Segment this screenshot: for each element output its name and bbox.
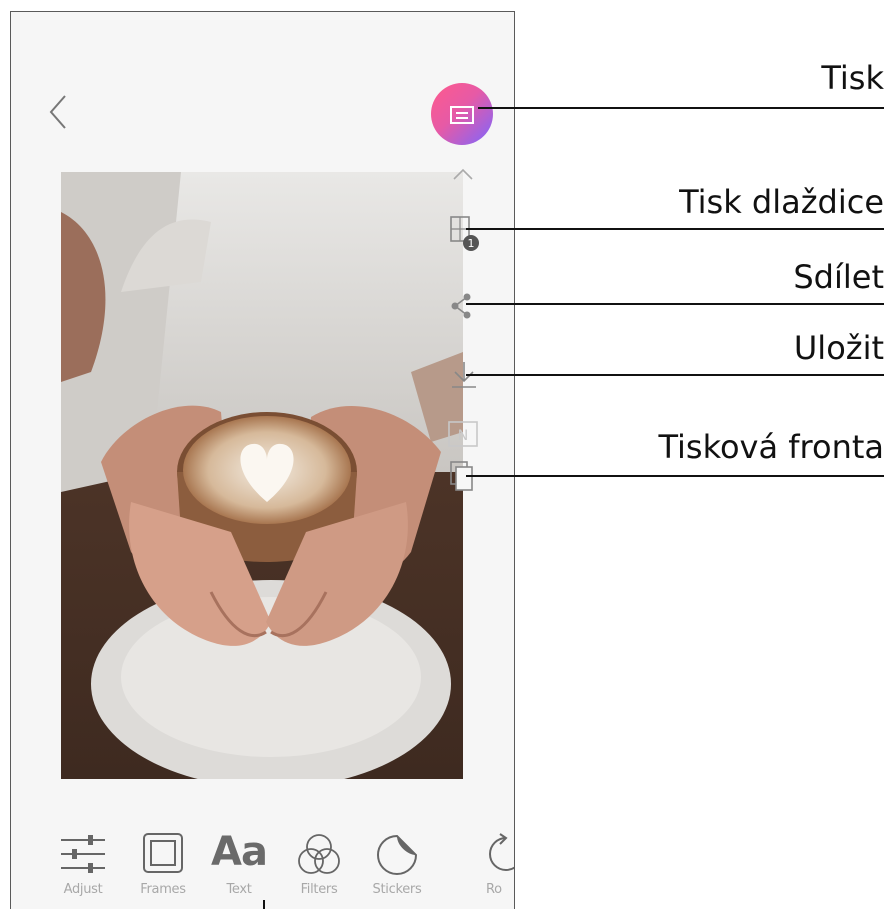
tool-label: Adjust [63,882,103,897]
leader-print-queue [466,475,884,477]
tool-text[interactable]: Aa Text [199,822,279,909]
tool-label: Frames [140,882,186,897]
tool-label: Text [226,882,252,897]
tool-frames[interactable]: Frames [123,822,203,909]
filters-icon [298,834,340,874]
tool-label: Ro [486,882,502,897]
rotate-icon [489,833,514,871]
phone-screen: 1 N Adjust Frames Aa Text Filters Sticke… [10,11,515,909]
photo-preview [61,172,463,779]
print-icon [450,106,474,124]
adjust-icon [61,835,105,873]
tool-label: Filters [300,882,338,897]
tool-label: Stickers [372,882,422,897]
text-icon: Aa [211,829,268,875]
chevron-up-icon[interactable] [452,167,474,181]
tool-adjust[interactable]: Adjust [43,822,123,909]
leader-share [466,303,884,305]
callout-tile-print: Tisk dlaždice [679,183,884,221]
share-icon[interactable] [449,292,477,320]
svg-text:N: N [458,428,468,444]
coffee-photo [61,172,463,779]
svg-text:1: 1 [468,237,475,250]
leader-save [466,374,884,376]
tool-rotate[interactable]: Ro [464,822,514,909]
edit-toolbar: Adjust Frames Aa Text Filters Stickers R… [11,822,514,909]
callout-print: Tisk [821,59,884,97]
frames-icon [143,833,183,873]
tool-stickers[interactable]: Stickers [357,822,437,909]
callout-share: Sdílet [793,258,884,296]
stickers-icon [377,834,418,875]
back-chevron-icon[interactable] [45,92,73,132]
callout-print-queue: Tisková fronta [658,428,884,466]
nfc-icon[interactable]: N [447,420,479,448]
tile-print-icon[interactable]: 1 [447,215,483,253]
leader-tile-print [466,228,884,230]
tool-filters[interactable]: Filters [279,822,359,909]
print-button[interactable] [431,83,493,145]
leader-print [478,107,884,109]
bottom-tick [263,900,265,909]
callout-save: Uložit [793,329,884,367]
